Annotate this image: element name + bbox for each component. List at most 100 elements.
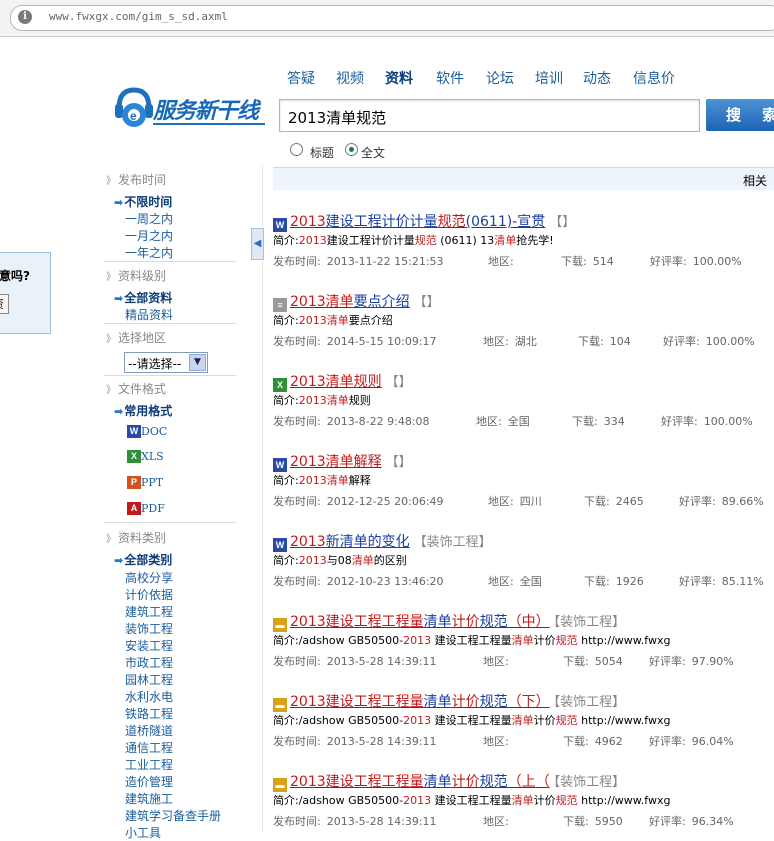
url-text[interactable]: www.fwxgx.com/gim_s_sd.axml [49,10,228,23]
category-option[interactable]: 造价管理 [125,773,173,790]
result-title-link[interactable]: 2013建设工程工程量清单计价规范（下） [290,694,550,710]
radio-fulltext[interactable] [345,143,358,156]
summary-fragment: 规范 [414,234,437,247]
filter-category-selected[interactable]: 全部类别 [114,551,172,568]
url-box[interactable]: i www.fwxgx.com/gim_s_sd.axml [10,5,774,31]
region-label: 地区: [488,575,514,588]
category-option[interactable]: 建筑施工 [125,790,173,807]
category-option[interactable]: 通信工程 [125,739,173,756]
region-label: 地区: [483,815,509,828]
result-title-link[interactable]: 2013新清单的变化 [290,534,410,550]
category-option[interactable]: 小工具 [125,824,161,841]
category-option[interactable]: 计价依据 [125,586,173,603]
nav-item[interactable]: 论坛 [486,68,514,88]
nav-item[interactable]: 答疑 [287,68,315,88]
result-title-link[interactable]: 2013建设工程计价计量规范(0611)-宣贯 [290,214,545,230]
nav-item[interactable]: 资料 [385,68,413,88]
pub-time-value: 2012-10-23 13:46:20 [326,575,444,588]
pub-time-value: 2013-5-28 14:39:11 [326,735,437,748]
search-button[interactable]: 搜 索 [706,99,774,131]
site-logo[interactable]: e 服务新干线 [113,86,273,134]
collapse-sidebar-icon[interactable]: ◀ [251,228,264,260]
rating-label: 好评率: [649,815,686,828]
divider [104,375,236,376]
format-ppt[interactable]: P PPT [127,476,163,489]
title-fragment: 2013 [290,454,326,470]
dropdown-arrow-icon[interactable]: ▼ [189,354,206,371]
pub-time-value: 2012-12-25 20:06:49 [326,495,444,508]
result-category-tag[interactable]: 【装饰工程】 [414,535,492,550]
radio-title-label[interactable]: 标题 [310,144,334,161]
category-option[interactable]: 装饰工程 [125,620,173,637]
nav-item[interactable]: 培训 [535,68,563,88]
result-title: W 2013新清单的变化 【装饰工程】 [273,531,492,552]
region-label: 地区: [488,255,514,268]
nav-item[interactable]: 信息价 [633,68,675,88]
category-option[interactable]: 道桥隧道 [125,722,173,739]
title-fragment: 清单 [423,694,452,710]
category-option[interactable]: 工业工程 [125,756,173,773]
region-select[interactable]: --请选择-- ▼ [124,352,208,373]
result-title-link[interactable]: 2013建设工程工程量清单计价规范（上（ [290,774,550,790]
nav-item[interactable]: 动态 [583,68,611,88]
result-title-link[interactable]: 2013清单解释 [290,454,382,470]
result-title-link[interactable]: 2013清单规则 [290,374,382,390]
result-title-link[interactable]: 2013清单要点介绍 [290,294,410,310]
result-category-tag[interactable]: 【装饰工程】 [554,615,626,630]
popup-button[interactable]: 资 [0,294,9,314]
summary-fragment: 计价 [533,714,556,727]
downloads-label: 下载: [563,735,589,748]
result-item: W 2013建设工程计价计量规范(0611)-宣贯 【】 简介:2013建设工程计价计… [273,211,774,271]
result-category-tag[interactable]: 【】 [414,295,440,310]
pub-time-label: 发布时间: [273,495,321,508]
radio-fulltext-label[interactable]: 全文 [361,144,385,161]
filter-pubtime-option[interactable]: 一年之内 [125,244,173,261]
title-fragment: 计价 [451,694,480,710]
meta-downloads: 下载: 4962 [563,733,623,749]
filter-level-option[interactable]: 精品资料 [125,306,173,323]
result-category-tag[interactable]: 【装饰工程】 [554,695,626,710]
result-summary: 简介:2013与08清单的区别 [273,552,407,568]
downloads-label: 下载: [572,415,598,428]
filter-pubtime-option[interactable]: 一月之内 [125,227,173,244]
result-category-tag[interactable]: 【装饰工程】 [554,775,626,790]
category-option[interactable]: 园林工程 [125,671,173,688]
search-query-text[interactable]: 2013清单规范 [288,107,386,128]
filter-format-selected[interactable]: 常用格式 [114,402,172,419]
category-option[interactable]: 建筑学习备查手册 [125,807,221,824]
category-option[interactable]: 安装工程 [125,637,173,654]
category-option[interactable]: 铁路工程 [125,705,173,722]
pub-time-label: 发布时间: [273,335,321,348]
filter-pubtime-option[interactable]: 一周之内 [125,210,173,227]
pub-time-label: 发布时间: [273,815,321,828]
category-option[interactable]: 建筑工程 [125,603,173,620]
nav-item[interactable]: 软件 [436,68,464,88]
result-title-link[interactable]: 2013建设工程工程量清单计价规范（中） [290,614,550,630]
nav-item[interactable]: 视频 [336,68,364,88]
summary-label: 简介: [273,554,299,567]
category-option[interactable]: 市政工程 [125,654,173,671]
pdf-icon: A [127,502,141,515]
format-xls[interactable]: X XLS [127,450,164,463]
title-fragment: （上（ [507,774,550,790]
title-fragment: 新清单的变化 [325,534,410,550]
category-option[interactable]: 水利水电 [125,688,173,705]
folder-icon: ▬ [273,778,287,792]
category-option[interactable]: 高校分享 [125,569,173,586]
title-fragment: 清单 [423,614,452,630]
page-info-icon[interactable]: i [18,10,32,24]
filter-level-selected[interactable]: 全部资料 [114,289,172,306]
meta-rating: 好评率: 100.00% [650,253,742,269]
result-category-tag[interactable]: 【】 [386,375,412,390]
summary-fragment: /adshow GB50500- [298,794,404,807]
rating-value: 100.00% [705,335,755,348]
summary-fragment: 2013 [298,234,327,247]
radio-title[interactable] [290,143,303,156]
filter-pubtime-selected[interactable]: 不限时间 [114,193,172,210]
format-pdf[interactable]: A PDF [127,502,165,515]
result-category-tag[interactable]: 【】 [549,215,575,230]
rating-value: 96.34% [691,815,734,828]
result-category-tag[interactable]: 【】 [386,455,412,470]
search-input[interactable]: 2013清单规范 [279,99,700,132]
format-doc[interactable]: W DOC [127,425,167,438]
